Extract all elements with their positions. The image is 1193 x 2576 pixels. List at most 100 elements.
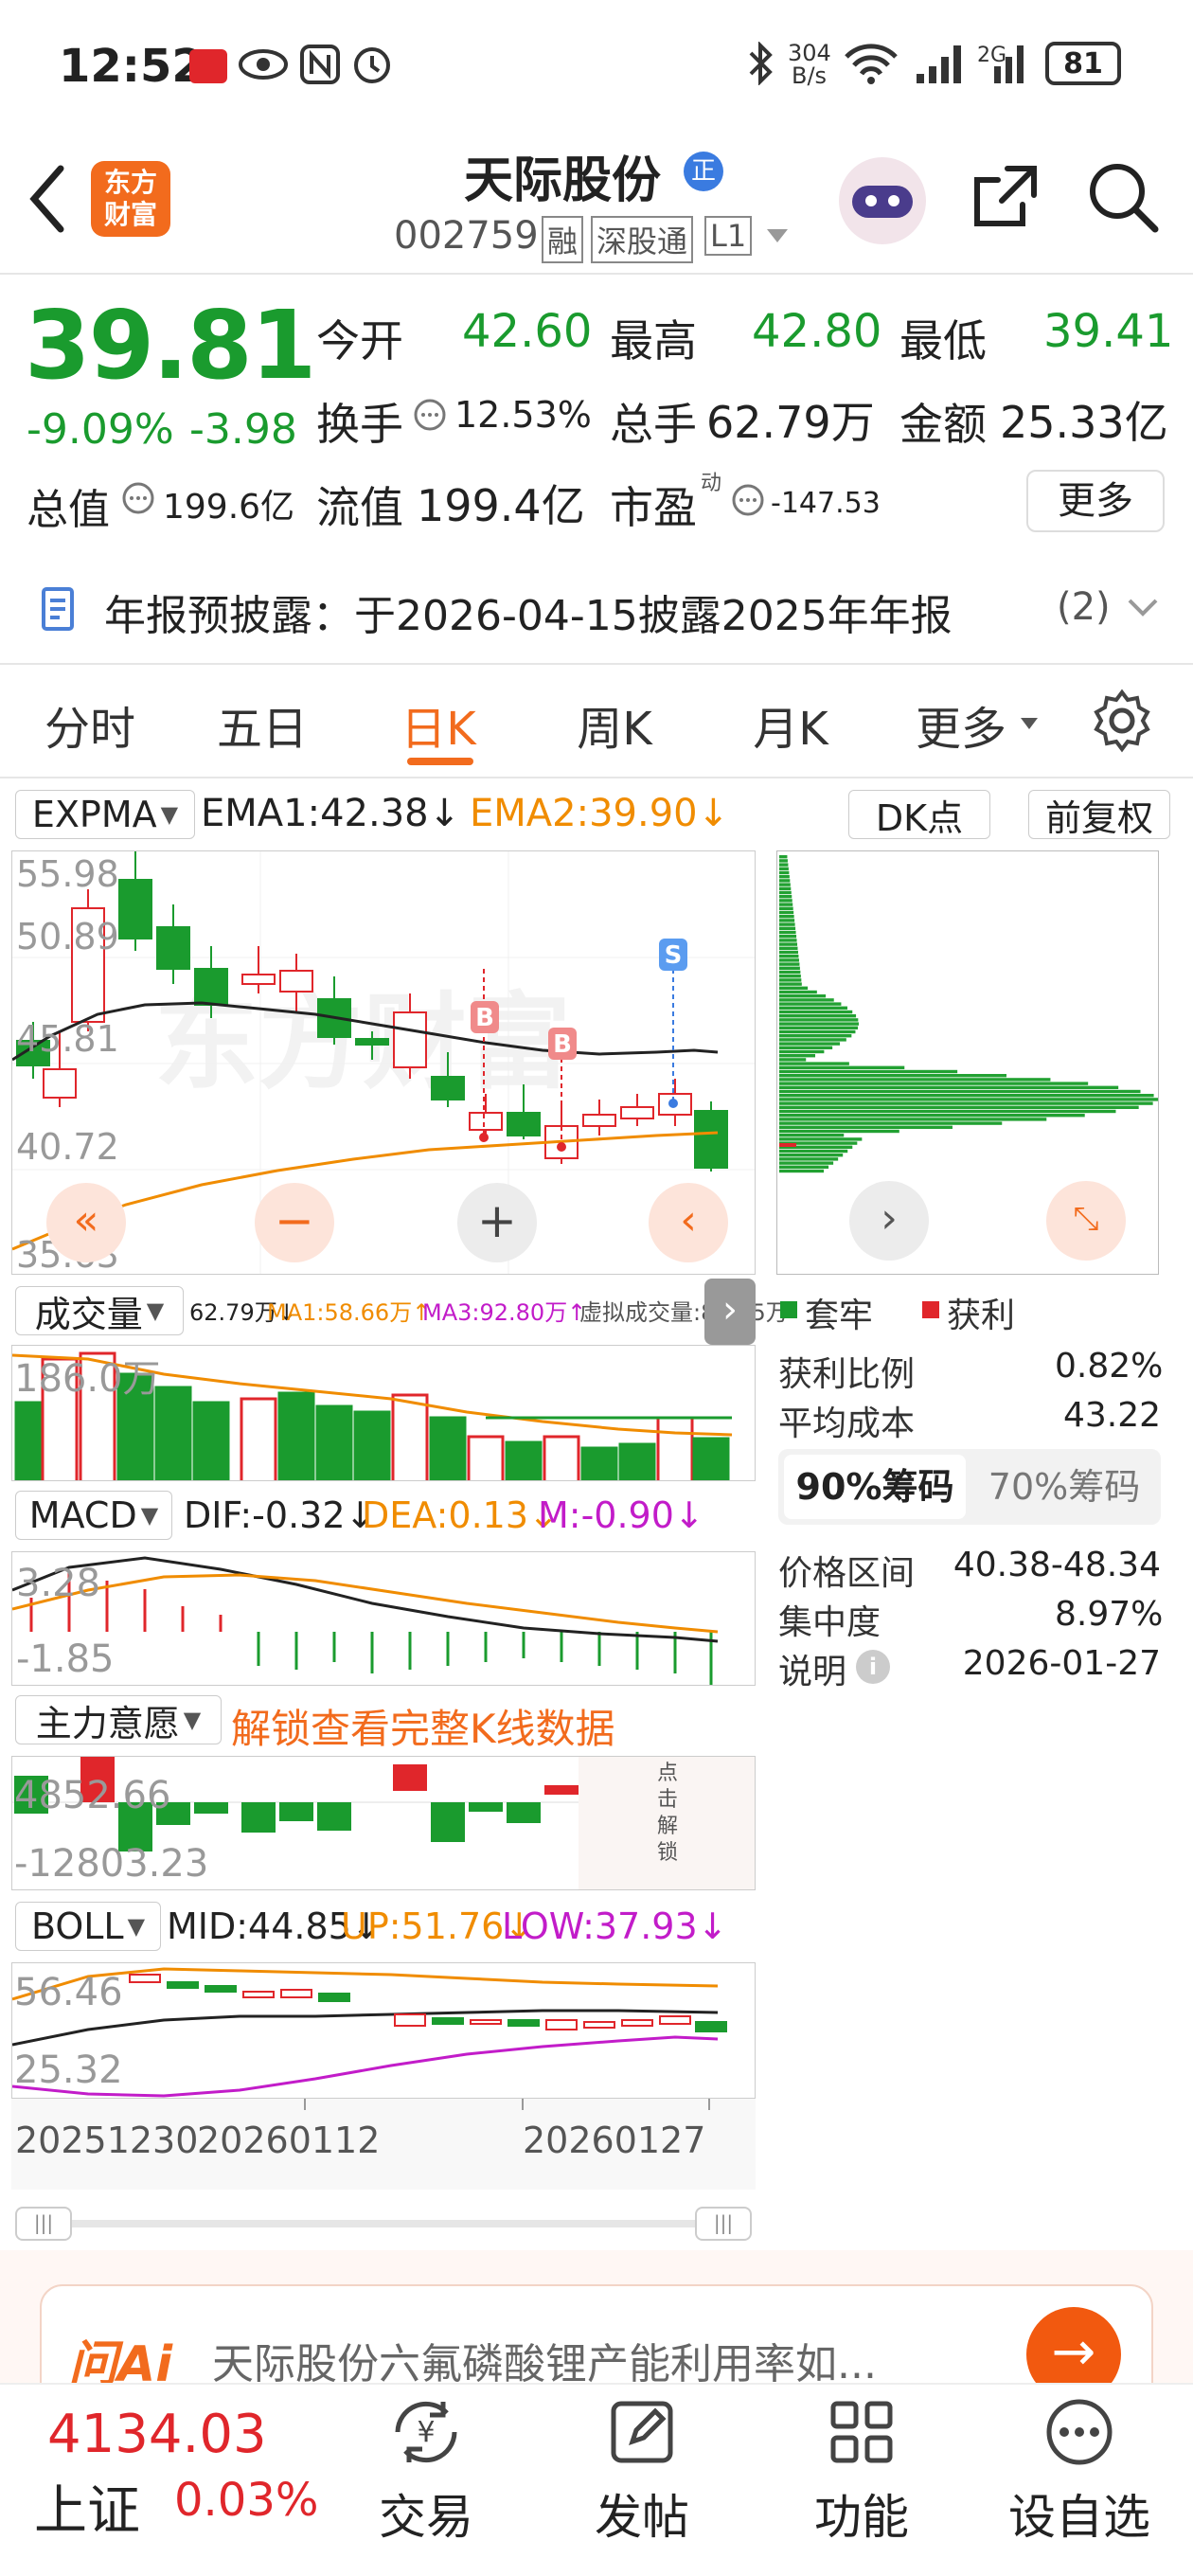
zoom-out-button[interactable]: − — [255, 1183, 334, 1262]
nav-trade[interactable]: ¥ 交易 — [360, 2394, 492, 2555]
boll-candle — [583, 2021, 615, 2029]
chip-bar — [779, 883, 791, 886]
chip-next-button[interactable]: › — [849, 1181, 929, 1261]
chip-bar — [779, 966, 800, 970]
boll-chart[interactable]: 56.46 25.32 — [11, 1962, 756, 2099]
legend-trapped: 套牢 — [805, 1297, 874, 1335]
caret-icon: ▼ — [140, 1502, 159, 1529]
nav-function[interactable]: 功能 — [795, 2394, 928, 2555]
net-speed-unit: B/s — [792, 63, 828, 89]
chip-bar — [779, 962, 800, 966]
zoom-in-button[interactable]: + — [457, 1183, 537, 1262]
chip-tab-90[interactable]: 90%筹码 — [784, 1455, 966, 1519]
chip-expand-button[interactable]: ⤡ — [1046, 1181, 1126, 1261]
flow-chart[interactable]: 4852.66 -12803.23 点 击 解 锁 — [11, 1756, 756, 1890]
search-icon[interactable] — [1085, 159, 1161, 235]
volume-ma3: MA3:92.80万↑ — [422, 1299, 587, 1326]
volume-select[interactable]: 成交量 ▼ — [15, 1286, 184, 1335]
info-icon[interactable]: i — [856, 1650, 890, 1684]
chip-bar — [779, 958, 799, 962]
tab-daily-k[interactable]: 日K — [386, 691, 490, 758]
app-logo[interactable]: 东方 财富 — [91, 161, 170, 237]
chip-bar — [779, 1098, 1158, 1101]
signal-s-label: S — [665, 941, 683, 970]
unlock-link[interactable]: 解锁查看完整K线数据 — [231, 1697, 615, 1755]
macd-dea-line — [12, 1573, 719, 1634]
tab-more[interactable]: 更多 — [909, 691, 1013, 758]
chip-bars — [779, 855, 1158, 1173]
notice-text[interactable]: 年报预披露：于2026-04-15披露2025年年报 — [104, 581, 953, 642]
index-name: 上证 — [34, 2480, 140, 2542]
volume-bar — [505, 1440, 543, 1480]
chip-chart[interactable]: › ⤡ — [776, 850, 1159, 1275]
tab-more-dropdown-icon[interactable] — [1019, 716, 1040, 731]
flow-select[interactable]: 主力意愿 ▼ — [15, 1695, 222, 1744]
more-button[interactable]: 更多 — [1026, 470, 1165, 532]
tab-weekly-k[interactable]: 周K — [562, 691, 667, 758]
notice-doc-icon — [42, 587, 74, 631]
chip-bar — [779, 1105, 1139, 1109]
tab-five-day[interactable]: 五日 — [210, 691, 314, 758]
pe-sup: 动 — [701, 472, 722, 495]
edit-icon — [611, 2401, 673, 2463]
boll-candle — [545, 2019, 578, 2030]
indicator-label: EXPMA — [31, 794, 157, 835]
chip-bar — [779, 1157, 839, 1161]
mktcap-info-icon[interactable] — [121, 481, 155, 515]
unlock-side-panel[interactable]: 点 击 解 锁 — [579, 1757, 755, 1889]
boll-candle — [470, 2019, 502, 2025]
volume-chart[interactable]: 186.0万 — [11, 1345, 756, 1481]
y-label-4: 40.72 — [16, 1126, 119, 1168]
rewind-button[interactable]: « — [46, 1183, 126, 1262]
chip-tab-70[interactable]: 70%筹码 — [973, 1455, 1155, 1519]
chip-bar — [779, 1118, 1047, 1121]
share-icon[interactable] — [970, 161, 1042, 233]
gear-icon[interactable] — [1089, 688, 1155, 754]
ai-robot-avatar[interactable] — [839, 157, 926, 244]
dk-button[interactable]: DK点 — [848, 790, 990, 839]
chevron-down-icon[interactable] — [1127, 597, 1159, 617]
pe-info-icon[interactable] — [731, 483, 765, 517]
back-icon[interactable] — [27, 163, 68, 235]
chip-tab-bar: 90%筹码 70%筹码 — [778, 1449, 1161, 1525]
app-notification-icon — [189, 49, 227, 83]
status-bar: 12:52 304 B/s 2G 81 — [0, 0, 1193, 133]
tag-dropdown-icon[interactable] — [765, 227, 790, 244]
slider-right-handle[interactable]: ||| — [695, 2207, 752, 2241]
volume-bar — [543, 1435, 580, 1480]
chip-bar — [779, 946, 798, 950]
chip-bar — [779, 1026, 859, 1029]
turnover-info-icon[interactable] — [413, 398, 447, 432]
macd-select[interactable]: MACD ▼ — [15, 1491, 172, 1540]
chip-bar — [779, 970, 801, 975]
unlock-char-1: 点 — [656, 1762, 678, 1785]
index-change: 0.03% — [174, 2474, 319, 2527]
nav-watchlist-label: 设自选 — [1008, 2490, 1150, 2545]
adjust-button[interactable]: 前复权 — [1028, 790, 1170, 839]
tab-monthly-k[interactable]: 月K — [739, 691, 843, 758]
back-button[interactable]: ‹ — [649, 1183, 728, 1262]
boll-select[interactable]: BOLL ▼ — [15, 1902, 161, 1951]
slider-left-handle[interactable]: ||| — [15, 2207, 72, 2241]
trade-icon: ¥ — [395, 2401, 457, 2463]
chip-bar — [779, 899, 792, 903]
chip-bar — [779, 1085, 1119, 1089]
chip-bar — [779, 1038, 846, 1042]
indicator-select[interactable]: EXPMA ▼ — [15, 790, 195, 839]
chip-bar — [779, 926, 796, 930]
tab-intraday[interactable]: 分时 — [38, 691, 142, 758]
range-slider[interactable]: ||| ||| — [11, 2201, 756, 2246]
nav-post[interactable]: 发帖 — [576, 2394, 708, 2555]
chip-bar — [779, 975, 801, 978]
macd-chart[interactable]: 3.28 -1.85 — [11, 1551, 756, 1686]
boll-candle — [129, 1974, 161, 1983]
app-logo-top: 东方 — [103, 167, 157, 198]
nfc-icon — [300, 45, 340, 84]
nav-watchlist[interactable]: 设自选 — [994, 2394, 1165, 2555]
index-value[interactable]: 4134.03 — [47, 2404, 267, 2465]
alarm-icon — [354, 47, 390, 83]
y-label-3: 45.81 — [16, 1018, 119, 1060]
stock-name: 天际股份 — [464, 152, 662, 209]
kline-chart[interactable]: 东方财富 B B S 55.98 50.89 45.81 40.72 35.63… — [11, 850, 756, 1275]
collapse-panel-button[interactable]: › — [704, 1279, 756, 1345]
